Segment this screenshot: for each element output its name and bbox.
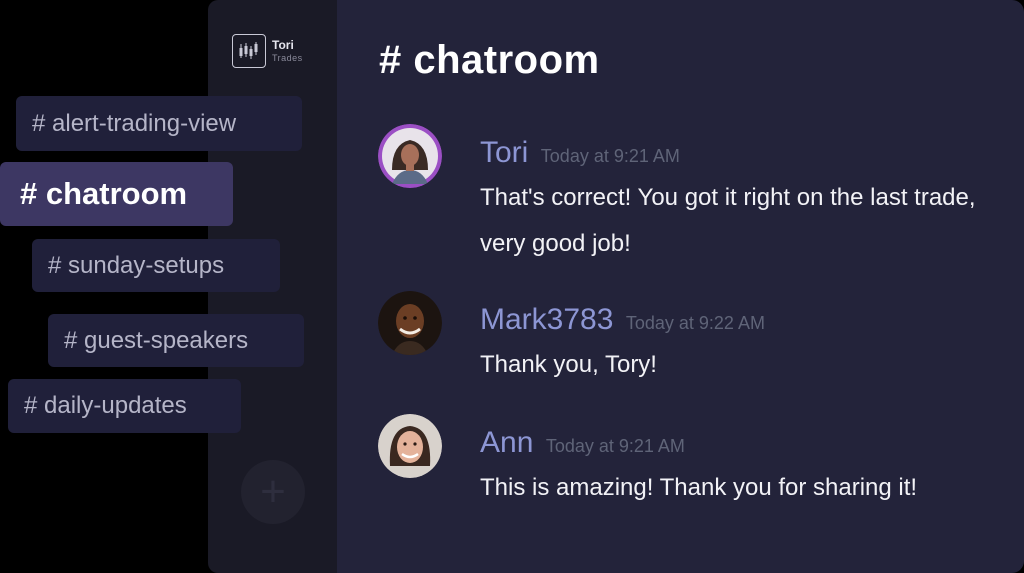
- message-timestamp: Today at 9:22 AM: [625, 313, 765, 333]
- channel-title: # chatroom: [379, 38, 600, 82]
- channel-label: # daily-updates: [24, 392, 187, 419]
- brand-subtitle: Trades: [272, 53, 303, 63]
- channel-label: # sunday-setups: [48, 251, 225, 279]
- channel-label: # alert-trading-view: [32, 109, 237, 137]
- channel-item-sunday-setups[interactable]: # sunday-setups: [32, 239, 280, 292]
- message-author[interactable]: Mark3783: [480, 303, 613, 336]
- message-text: Thank you, Tory!: [480, 351, 657, 378]
- channel-item-alert-trading-view[interactable]: # alert-trading-view: [16, 96, 302, 151]
- message-header: Tori Today at 9:21 AM: [480, 136, 680, 170]
- channel-item-chatroom[interactable]: # chatroom: [0, 162, 233, 226]
- channel-label: # chatroom: [20, 176, 188, 211]
- message-header: Mark3783 Today at 9:22 AM: [480, 303, 765, 337]
- plus-icon: +: [260, 467, 286, 516]
- brand-name: Tori: [272, 38, 294, 52]
- message-author[interactable]: Tori: [480, 136, 528, 169]
- message-timestamp: Today at 9:21 AM: [545, 436, 685, 456]
- app-window: Tori Trades + # chatroom # alert-trading…: [0, 0, 1024, 573]
- message-text: That's correct! You got it right on the …: [480, 184, 976, 257]
- brand-logo[interactable]: Tori Trades: [232, 34, 303, 68]
- brand-wordmark: Tori Trades: [272, 39, 303, 63]
- mark-avatar[interactable]: [378, 291, 442, 355]
- add-channel-button[interactable]: +: [241, 460, 305, 524]
- message-header: Ann Today at 9:21 AM: [480, 426, 685, 460]
- message-text: This is amazing! Thank you for sharing i…: [480, 474, 918, 501]
- candlestick-chart-icon: [232, 34, 266, 68]
- channel-item-daily-updates[interactable]: # daily-updates: [8, 379, 241, 433]
- tori-avatar[interactable]: [378, 124, 442, 188]
- channel-item-guest-speakers[interactable]: # guest-speakers: [48, 314, 304, 367]
- channel-label: # guest-speakers: [64, 326, 249, 354]
- message-timestamp: Today at 9:21 AM: [540, 146, 680, 166]
- ann-avatar[interactable]: [378, 414, 442, 478]
- message-author[interactable]: Ann: [480, 426, 533, 459]
